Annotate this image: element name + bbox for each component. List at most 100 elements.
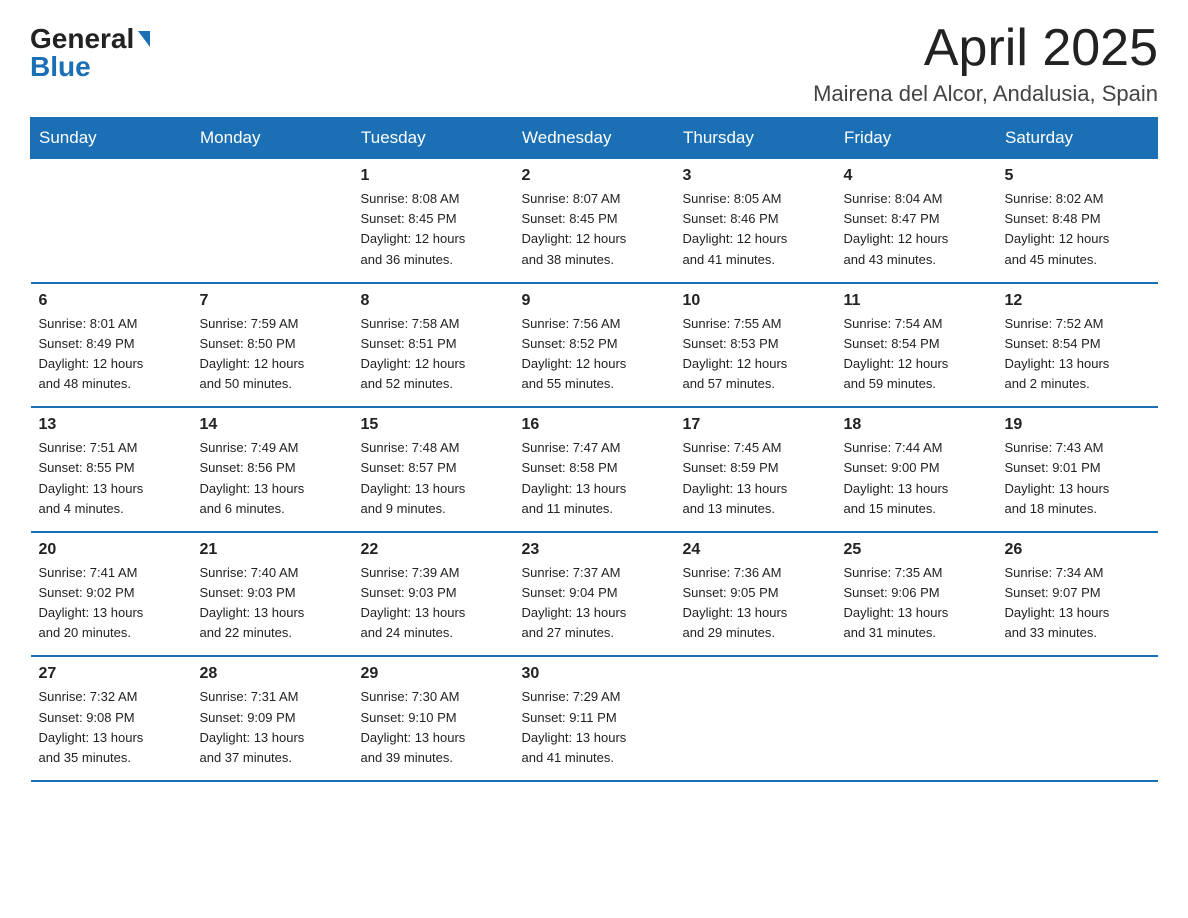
month-title: April 2025	[813, 20, 1158, 77]
day-number: 23	[522, 541, 667, 559]
page-header: General Blue April 2025 Mairena del Alco…	[30, 20, 1158, 107]
logo-general-text: General	[30, 25, 134, 53]
logo-blue-text: Blue	[30, 53, 91, 81]
calendar-cell: 26 Sunrise: 7:34 AMSunset: 9:07 PMDayligh…	[997, 532, 1158, 657]
calendar-cell: 8 Sunrise: 7:58 AMSunset: 8:51 PMDaylight…	[353, 283, 514, 408]
calendar-body: 1 Sunrise: 8:08 AMSunset: 8:45 PMDaylight…	[31, 159, 1158, 781]
day-info: Sunrise: 7:30 AMSunset: 9:10 PMDaylight:…	[361, 687, 506, 768]
day-number: 13	[39, 416, 184, 434]
calendar-cell	[997, 656, 1158, 781]
day-info: Sunrise: 8:01 AMSunset: 8:49 PMDaylight:…	[39, 314, 184, 395]
day-number: 8	[361, 292, 506, 310]
day-info: Sunrise: 7:52 AMSunset: 8:54 PMDaylight:…	[1005, 314, 1150, 395]
day-info: Sunrise: 7:43 AMSunset: 9:01 PMDaylight:…	[1005, 438, 1150, 519]
calendar-week-row: 1 Sunrise: 8:08 AMSunset: 8:45 PMDaylight…	[31, 159, 1158, 283]
day-number: 7	[200, 292, 345, 310]
day-info: Sunrise: 7:34 AMSunset: 9:07 PMDaylight:…	[1005, 563, 1150, 644]
calendar-cell: 7 Sunrise: 7:59 AMSunset: 8:50 PMDaylight…	[192, 283, 353, 408]
calendar-week-row: 27 Sunrise: 7:32 AMSunset: 9:08 PMDayligh…	[31, 656, 1158, 781]
day-info: Sunrise: 7:29 AMSunset: 9:11 PMDaylight:…	[522, 687, 667, 768]
day-number: 21	[200, 541, 345, 559]
calendar-cell: 19Sunrise: 7:43 AMSunset: 9:01 PMDayligh…	[997, 407, 1158, 532]
day-number: 10	[683, 292, 828, 310]
day-number: 5	[1005, 167, 1150, 185]
day-number: 3	[683, 167, 828, 185]
day-info: Sunrise: 7:37 AMSunset: 9:04 PMDaylight:…	[522, 563, 667, 644]
calendar-cell	[836, 656, 997, 781]
day-info: Sunrise: 8:05 AMSunset: 8:46 PMDaylight:…	[683, 189, 828, 270]
day-info: Sunrise: 7:31 AMSunset: 9:09 PMDaylight:…	[200, 687, 345, 768]
day-number: 12	[1005, 292, 1150, 310]
day-info: Sunrise: 7:49 AMSunset: 8:56 PMDaylight:…	[200, 438, 345, 519]
day-number: 14	[200, 416, 345, 434]
day-info: Sunrise: 7:47 AMSunset: 8:58 PMDaylight:…	[522, 438, 667, 519]
weekday-header: Sunday	[31, 118, 192, 159]
calendar-cell: 5Sunrise: 8:02 AMSunset: 8:48 PMDaylight…	[997, 159, 1158, 283]
day-number: 11	[844, 292, 989, 310]
day-number: 27	[39, 665, 184, 683]
calendar-cell: 25 Sunrise: 7:35 AMSunset: 9:06 PMDayligh…	[836, 532, 997, 657]
weekday-header: Thursday	[675, 118, 836, 159]
calendar-cell: 16 Sunrise: 7:47 AMSunset: 8:58 PMDayligh…	[514, 407, 675, 532]
weekday-header: Friday	[836, 118, 997, 159]
calendar-header: SundayMondayTuesdayWednesdayThursdayFrid…	[31, 118, 1158, 159]
day-info: Sunrise: 8:08 AMSunset: 8:45 PMDaylight:…	[361, 189, 506, 270]
day-info: Sunrise: 7:51 AMSunset: 8:55 PMDaylight:…	[39, 438, 184, 519]
weekday-header: Wednesday	[514, 118, 675, 159]
day-info: Sunrise: 7:32 AMSunset: 9:08 PMDaylight:…	[39, 687, 184, 768]
day-number: 24	[683, 541, 828, 559]
calendar-cell: 4 Sunrise: 8:04 AMSunset: 8:47 PMDaylight…	[836, 159, 997, 283]
day-info: Sunrise: 8:04 AMSunset: 8:47 PMDaylight:…	[844, 189, 989, 270]
calendar-cell: 24 Sunrise: 7:36 AMSunset: 9:05 PMDayligh…	[675, 532, 836, 657]
day-number: 30	[522, 665, 667, 683]
calendar-cell: 22Sunrise: 7:39 AMSunset: 9:03 PMDayligh…	[353, 532, 514, 657]
day-number: 2	[522, 167, 667, 185]
day-number: 4	[844, 167, 989, 185]
day-info: Sunrise: 7:56 AMSunset: 8:52 PMDaylight:…	[522, 314, 667, 395]
calendar-cell: 12 Sunrise: 7:52 AMSunset: 8:54 PMDayligh…	[997, 283, 1158, 408]
day-info: Sunrise: 7:35 AMSunset: 9:06 PMDaylight:…	[844, 563, 989, 644]
calendar-cell: 17Sunrise: 7:45 AMSunset: 8:59 PMDayligh…	[675, 407, 836, 532]
calendar-cell: 18 Sunrise: 7:44 AMSunset: 9:00 PMDayligh…	[836, 407, 997, 532]
day-info: Sunrise: 7:44 AMSunset: 9:00 PMDaylight:…	[844, 438, 989, 519]
day-info: Sunrise: 8:07 AMSunset: 8:45 PMDaylight:…	[522, 189, 667, 270]
calendar-cell: 27 Sunrise: 7:32 AMSunset: 9:08 PMDayligh…	[31, 656, 192, 781]
calendar-cell: 23 Sunrise: 7:37 AMSunset: 9:04 PMDayligh…	[514, 532, 675, 657]
calendar-cell: 9Sunrise: 7:56 AMSunset: 8:52 PMDaylight…	[514, 283, 675, 408]
calendar-cell: 6 Sunrise: 8:01 AMSunset: 8:49 PMDaylight…	[31, 283, 192, 408]
day-info: Sunrise: 7:55 AMSunset: 8:53 PMDaylight:…	[683, 314, 828, 395]
day-info: Sunrise: 7:36 AMSunset: 9:05 PMDaylight:…	[683, 563, 828, 644]
calendar-cell: 29 Sunrise: 7:30 AMSunset: 9:10 PMDayligh…	[353, 656, 514, 781]
weekday-header: Saturday	[997, 118, 1158, 159]
weekday-header: Tuesday	[353, 118, 514, 159]
weekday-header: Monday	[192, 118, 353, 159]
day-number: 1	[361, 167, 506, 185]
day-info: Sunrise: 7:48 AMSunset: 8:57 PMDaylight:…	[361, 438, 506, 519]
day-info: Sunrise: 7:58 AMSunset: 8:51 PMDaylight:…	[361, 314, 506, 395]
day-number: 20	[39, 541, 184, 559]
day-number: 29	[361, 665, 506, 683]
calendar-cell: 28Sunrise: 7:31 AMSunset: 9:09 PMDayligh…	[192, 656, 353, 781]
calendar-cell: 15Sunrise: 7:48 AMSunset: 8:57 PMDayligh…	[353, 407, 514, 532]
day-info: Sunrise: 7:59 AMSunset: 8:50 PMDaylight:…	[200, 314, 345, 395]
calendar-cell: 3 Sunrise: 8:05 AMSunset: 8:46 PMDaylight…	[675, 159, 836, 283]
calendar-week-row: 20Sunrise: 7:41 AMSunset: 9:02 PMDayligh…	[31, 532, 1158, 657]
calendar-cell	[192, 159, 353, 283]
title-block: April 2025 Mairena del Alcor, Andalusia,…	[813, 20, 1158, 107]
day-number: 6	[39, 292, 184, 310]
calendar-cell: 14 Sunrise: 7:49 AMSunset: 8:56 PMDayligh…	[192, 407, 353, 532]
day-number: 16	[522, 416, 667, 434]
day-number: 18	[844, 416, 989, 434]
calendar-cell: 1 Sunrise: 8:08 AMSunset: 8:45 PMDaylight…	[353, 159, 514, 283]
calendar-week-row: 13 Sunrise: 7:51 AMSunset: 8:55 PMDayligh…	[31, 407, 1158, 532]
logo: General Blue	[30, 20, 150, 81]
logo-arrow-icon	[138, 31, 150, 47]
day-info: Sunrise: 7:40 AMSunset: 9:03 PMDaylight:…	[200, 563, 345, 644]
calendar-cell: 13 Sunrise: 7:51 AMSunset: 8:55 PMDayligh…	[31, 407, 192, 532]
calendar-cell: 20Sunrise: 7:41 AMSunset: 9:02 PMDayligh…	[31, 532, 192, 657]
calendar-cell: 30 Sunrise: 7:29 AMSunset: 9:11 PMDayligh…	[514, 656, 675, 781]
location-title: Mairena del Alcor, Andalusia, Spain	[813, 81, 1158, 107]
day-number: 25	[844, 541, 989, 559]
calendar-cell: 10 Sunrise: 7:55 AMSunset: 8:53 PMDayligh…	[675, 283, 836, 408]
day-number: 26	[1005, 541, 1150, 559]
